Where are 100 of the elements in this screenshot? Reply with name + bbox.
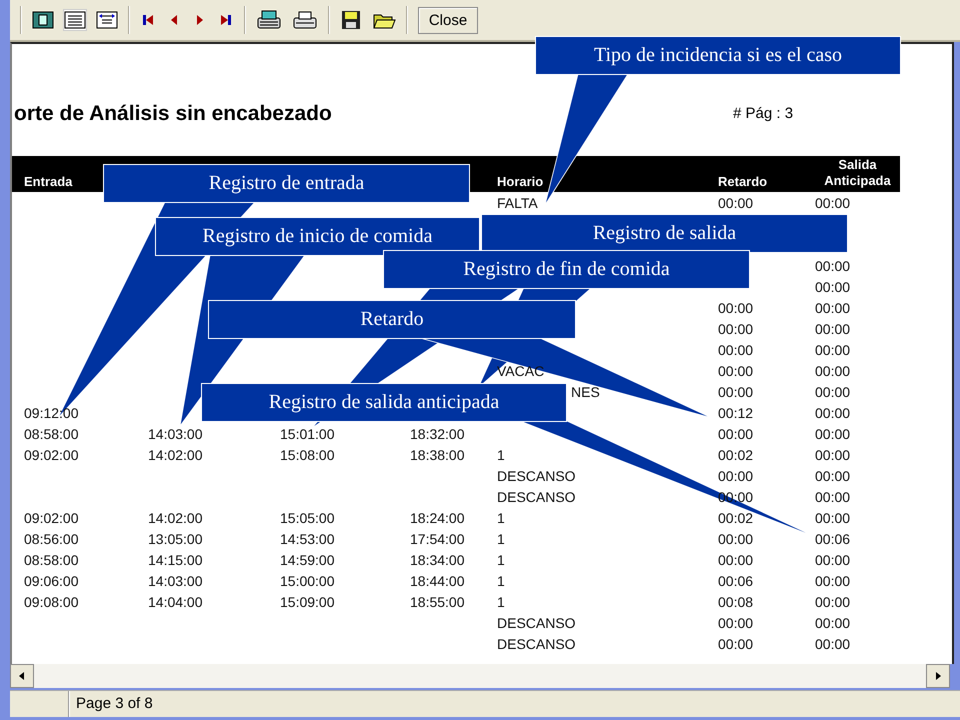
table-cell-text: 00:08 [718, 594, 754, 610]
table-cell-text: 00:00 [815, 258, 852, 274]
column-header: Salida Anticipada [823, 157, 892, 190]
table-cell-text: 09:06:00 [24, 572, 80, 588]
table-cell-text: 00:00 [815, 594, 852, 610]
table-cell-text: 08:56:00 [24, 530, 80, 546]
table-cell-text: 00:06 [815, 530, 852, 546]
table-cell-text: 00:00 [815, 468, 852, 484]
table-cell-text: 14:03:00 [148, 572, 204, 588]
table-cell-text: 00:00 [718, 194, 754, 210]
table-cell-text: 00:00 [718, 384, 754, 400]
table-cell-text: 18:44:00 [410, 572, 466, 588]
table-cell-text: 00:06 [718, 572, 754, 588]
printer-icon[interactable] [292, 9, 318, 31]
table-cell-text: 00:00 [815, 510, 852, 526]
table-cell-text: 00:00 [718, 552, 754, 568]
table-cell-text: 14:04:00 [148, 594, 204, 610]
save-icon[interactable] [340, 9, 362, 31]
status-text: Page 3 of 8 [69, 691, 282, 717]
scroll-left-button[interactable] [10, 664, 34, 688]
page-lines-icon[interactable] [64, 10, 86, 30]
table-cell-text: 00:02 [718, 446, 754, 462]
callout-label: Registro de inicio de comida [155, 217, 480, 256]
table-cell-text: 15:05:00 [280, 510, 336, 526]
callout-label: Registro de entrada [103, 164, 470, 203]
table-cell-text: DESCANSO [497, 468, 577, 484]
table-cell-text: 09:12:00 [24, 404, 80, 420]
column-header: Retardo [718, 174, 768, 191]
table-cell-text: 00:00 [815, 278, 852, 294]
table-cell-text: 14:02:00 [148, 446, 204, 462]
table-cell-text: 09:08:00 [24, 594, 80, 610]
table-cell-text: 18:32:00 [410, 426, 466, 442]
table-cell-text: 1 [497, 572, 506, 588]
table-cell-text: 00:00 [815, 384, 852, 400]
table-cell-text: 09:02:00 [24, 510, 80, 526]
table-cell-text: 00:00 [815, 426, 852, 442]
table-cell-text: 00:00 [718, 614, 754, 630]
table-cell-text: 08:58:00 [24, 426, 80, 442]
report-title: orte de Análisis sin encabezado [14, 102, 332, 126]
table-cell-text: 13:05:00 [148, 530, 204, 546]
table-cell-text: NES [570, 384, 601, 400]
table-cell-text: 00:12 [718, 404, 754, 420]
table-cell-text: 00:00 [815, 552, 852, 568]
table-cell-text: 00:02 [718, 510, 754, 526]
table-cell-text: 15:01:00 [280, 426, 336, 442]
table-cell-text: 00:00 [815, 342, 852, 358]
table-cell-text: 00:00 [815, 572, 852, 588]
page-number: # Pág : 3 [733, 105, 794, 122]
table-cell-text: 09:02:00 [24, 446, 80, 462]
table-cell-text: FALTA [497, 194, 539, 210]
table-cell-text: 14:02:00 [148, 510, 204, 526]
table-cell-text: 00:00 [815, 614, 852, 630]
table-cell-text: 15:00:00 [280, 572, 336, 588]
table-cell-text: 00:00 [718, 362, 754, 378]
table-cell-text: 00:00 [815, 362, 852, 378]
table-cell-text: 17:54:00 [410, 530, 466, 546]
table-cell-text: 14:53:00 [280, 530, 336, 546]
table-cell-text: 00:00 [718, 468, 754, 484]
table-cell-text: 00:00 [815, 300, 852, 316]
table-cell-text: 00:00 [815, 488, 852, 504]
table-cell-text: 1 [497, 552, 506, 568]
table-cell-text: 18:24:00 [410, 510, 466, 526]
table-cell-text: 00:00 [815, 636, 852, 652]
table-cell-text: 08:58:00 [24, 552, 80, 568]
printer-setup-icon[interactable] [256, 9, 282, 31]
close-button[interactable]: Close [418, 6, 478, 34]
table-cell-text: 14:59:00 [280, 552, 336, 568]
callout-label: Tipo de incidencia si es el caso [535, 36, 901, 75]
table-cell-text: 18:38:00 [410, 446, 466, 462]
table-cell-text: DESCANSO [497, 488, 577, 504]
callout-label: Registro de salida [481, 214, 848, 253]
right-triangle-icon [934, 671, 942, 681]
table-cell-text: DESCANSO [497, 636, 577, 652]
table-cell-text: 15:08:00 [280, 446, 336, 462]
table-cell-text: 18:55:00 [410, 594, 466, 610]
column-header: Horario [497, 174, 544, 191]
table-cell-text: 00:00 [718, 636, 754, 652]
table-cell-text: 00:00 [718, 342, 754, 358]
table-cell-text: 00:00 [815, 446, 852, 462]
column-header: Entrada [24, 174, 74, 191]
table-cell-text: 00:00 [815, 404, 852, 420]
table-cell-text: 18:34:00 [410, 552, 466, 568]
table-cell-text: 00:00 [718, 320, 754, 336]
table-cell-text: VACAC [497, 362, 546, 378]
last-page-icon[interactable] [218, 13, 234, 27]
left-triangle-icon [18, 671, 26, 681]
first-page-icon[interactable] [140, 13, 156, 27]
table-cell-text: 00:00 [815, 194, 852, 210]
callout-label: Retardo [208, 300, 576, 339]
scroll-right-button[interactable] [926, 664, 950, 688]
one-page-icon[interactable] [32, 10, 54, 30]
table-cell-text: DESCANSO [497, 614, 577, 630]
table-cell-text: 1 [497, 510, 506, 526]
callout-label: Registro de salida anticipada [201, 383, 567, 422]
page-width-icon[interactable] [96, 10, 118, 30]
table-cell-text: 00:00 [718, 426, 754, 442]
callout-label: Registro de fin de comida [383, 250, 750, 289]
table-cell-text: 00:00 [718, 300, 754, 316]
table-cell-text: 1 [497, 530, 506, 546]
table-cell-text: 1 [497, 446, 506, 462]
